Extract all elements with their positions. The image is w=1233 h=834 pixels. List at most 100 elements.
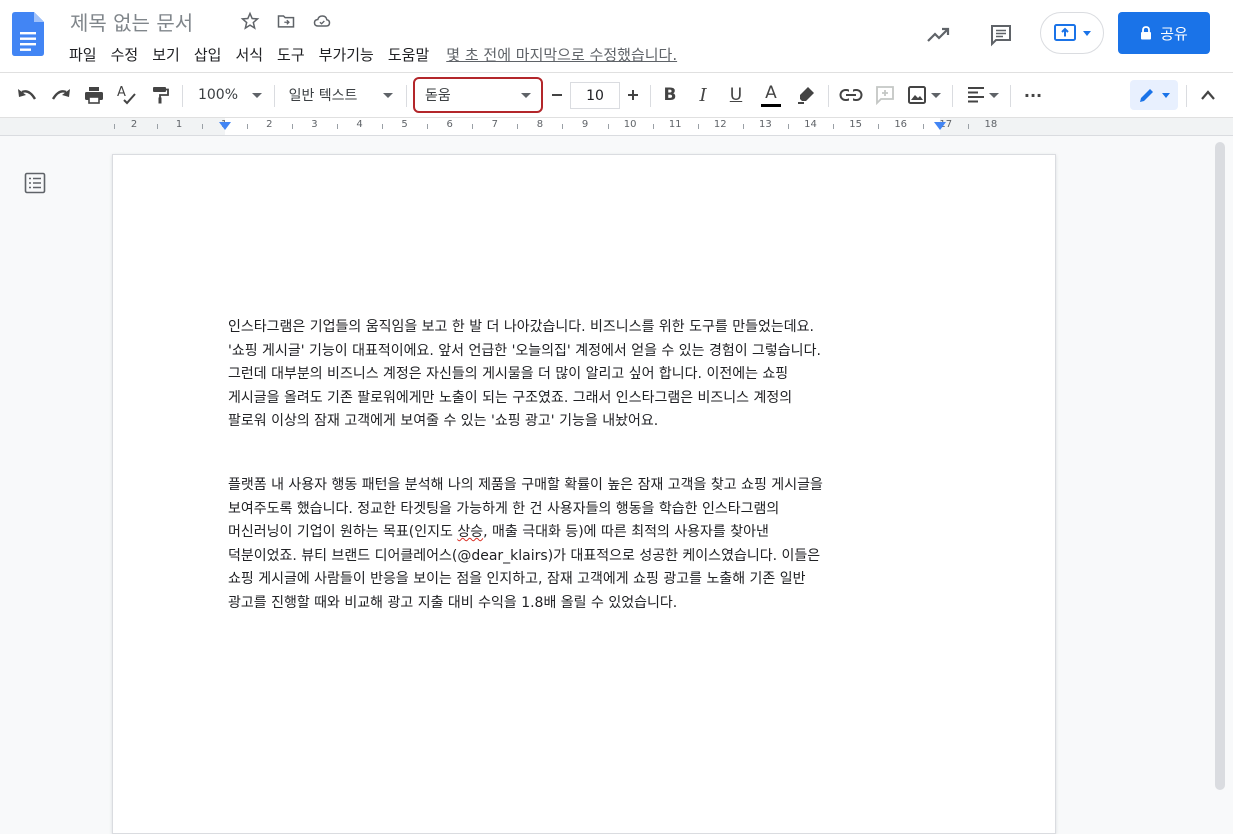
menu-addons[interactable]: 부가기능 (312, 42, 381, 67)
chevron-down-icon (252, 92, 263, 98)
menu-format[interactable]: 서식 (228, 42, 270, 67)
bold-button[interactable]: B (657, 73, 683, 117)
last-edit-link[interactable]: 몇 초 전에 마지막으로 수정했습니다. (436, 42, 687, 67)
ruler-number: 10 (623, 119, 637, 130)
menu-help[interactable]: 도움말 (381, 42, 436, 67)
menu-tools[interactable]: 도구 (270, 42, 312, 67)
ruler-number: 13 (759, 119, 772, 130)
app-header: 제목 없는 문서 파일 수정 보기 삽입 서식 도구 부가기능 도움말 몇 초 … (0, 0, 1233, 72)
star-icon[interactable] (238, 9, 262, 33)
text-run: , 매출 극대화 등)에 따른 최적의 사용자를 찾아낸 (483, 524, 769, 540)
ruler-number: 14 (804, 119, 817, 130)
ruler-number: 2 (130, 119, 138, 130)
spellcheck-button[interactable]: A (113, 73, 141, 117)
ruler-tick (787, 124, 789, 129)
italic-button[interactable]: I (690, 73, 716, 117)
ruler-tick (517, 124, 519, 129)
zoom-value: 100% (197, 87, 239, 103)
redo-icon (51, 89, 70, 100)
ruler-tick (114, 124, 115, 129)
ruler-tick (562, 124, 564, 129)
docs-logo-icon[interactable] (12, 12, 44, 56)
chevron-down-icon (988, 92, 999, 98)
left-indent-marker[interactable] (219, 122, 231, 130)
highlight-color-button[interactable] (792, 73, 820, 117)
font-family-dropdown[interactable]: 돋움 (413, 77, 543, 113)
ruler-number: 4 (356, 119, 363, 130)
ruler-tick (336, 124, 338, 129)
ruler-tick (878, 124, 880, 129)
comments-button[interactable] (984, 18, 1018, 52)
add-comment-button[interactable] (871, 73, 899, 117)
hide-menus-button[interactable] (1194, 73, 1222, 117)
plus-icon (628, 90, 638, 100)
text-color-button[interactable]: A (757, 73, 785, 117)
insert-image-button[interactable] (904, 73, 944, 117)
paint-format-button[interactable] (146, 73, 174, 117)
ruler-tick (201, 124, 203, 129)
paragraph-style-dropdown[interactable]: 일반 텍스트 (282, 73, 400, 117)
horizontal-ruler[interactable]: 2 1 1 2 3 4 5 6 7 8 9 10 11 12 13 14 15 16 17 18 (0, 118, 1233, 136)
paragraph-2-line: 플랫폼 내 사용자 행동 패턴을 분석해 나의 제품을 구매할 확률이 높은 잠… (228, 477, 823, 493)
insert-link-button[interactable] (836, 73, 866, 117)
align-left-icon (967, 87, 984, 103)
increase-font-size-button[interactable] (622, 73, 644, 117)
cloud-saved-icon[interactable] (310, 9, 334, 33)
toolbar-divider (406, 85, 407, 107)
document-page[interactable]: 인스타그램은 기업들의 움직임을 보고 한 발 더 나아갔습니다. 비즈니스를 … (112, 154, 1056, 834)
ruler-tick (156, 124, 158, 129)
text-run: 머신러닝이 기업이 원하는 목표(인지도 (228, 524, 458, 540)
undo-button[interactable] (12, 73, 42, 117)
document-title[interactable]: 제목 없는 문서 (70, 7, 193, 36)
align-dropdown[interactable] (962, 73, 1002, 117)
toolbar-divider (952, 85, 953, 107)
chevron-down-icon (521, 92, 531, 98)
paragraph-style-value: 일반 텍스트 (288, 88, 358, 104)
paint-roller-icon (153, 87, 169, 104)
menu-edit[interactable]: 수정 (104, 42, 146, 67)
font-size-input[interactable]: 10 (570, 82, 620, 109)
minus-icon (552, 94, 562, 96)
chevron-down-icon (1162, 92, 1170, 98)
editing-mode-button[interactable] (1130, 80, 1178, 110)
print-button[interactable] (80, 73, 108, 117)
spelling-error-word[interactable]: 상승 (457, 524, 483, 540)
ruler-number: 9 (581, 119, 589, 130)
paragraph-2-line: 덕분이었죠. 뷰티 브랜드 디어클레어스(@dear_klairs)가 대표적으… (228, 547, 821, 564)
ruler-tick (291, 124, 293, 129)
chevron-down-icon (383, 92, 394, 98)
ruler-number: 6 (446, 119, 453, 130)
present-to-screen-icon (1054, 24, 1076, 41)
formatting-toolbar: A 100% 일반 텍스트 돋움 10 B I U A ··· (0, 72, 1233, 118)
paragraph-1-line: 그런데 대부분의 비즈니스 계정은 자신들의 게시물을 더 많이 알리고 싶어 … (228, 366, 789, 382)
underline-button[interactable]: U (723, 73, 749, 117)
menu-insert[interactable]: 삽입 (187, 42, 229, 67)
right-indent-marker[interactable] (934, 122, 946, 130)
ruler-tick (246, 124, 248, 129)
redo-button[interactable] (46, 73, 76, 117)
present-button[interactable] (1040, 12, 1104, 54)
more-options-button[interactable]: ··· (1018, 73, 1048, 117)
document-outline-icon[interactable] (24, 172, 46, 194)
text-color-swatch (761, 103, 781, 107)
print-icon (85, 87, 103, 104)
toolbar-divider (828, 85, 829, 107)
decrease-font-size-button[interactable] (546, 73, 568, 117)
paragraph-2-line: 쇼핑 게시글에 사람들이 반응을 보이는 점을 인지하고, 잠재 고객에게 쇼핑… (228, 571, 806, 587)
ruler-tick (382, 124, 384, 129)
ruler-number: 16 (894, 119, 908, 130)
activity-dashboard-button[interactable] (922, 18, 956, 52)
menu-view[interactable]: 보기 (145, 42, 187, 67)
share-button[interactable]: 공유 (1118, 12, 1210, 54)
vertical-scrollbar-thumb[interactable] (1215, 142, 1225, 790)
ruler-tick (652, 124, 654, 129)
ruler-tick (472, 124, 474, 129)
comment-icon (991, 25, 1011, 47)
menu-file[interactable]: 파일 (62, 42, 104, 67)
ruler-number: 18 (984, 119, 998, 130)
move-folder-icon[interactable] (274, 9, 298, 33)
zoom-dropdown[interactable]: 100% (192, 73, 268, 117)
ruler-number: 11 (668, 119, 682, 130)
toolbar-divider (650, 85, 651, 107)
present-dropdown-caret (1083, 30, 1091, 36)
